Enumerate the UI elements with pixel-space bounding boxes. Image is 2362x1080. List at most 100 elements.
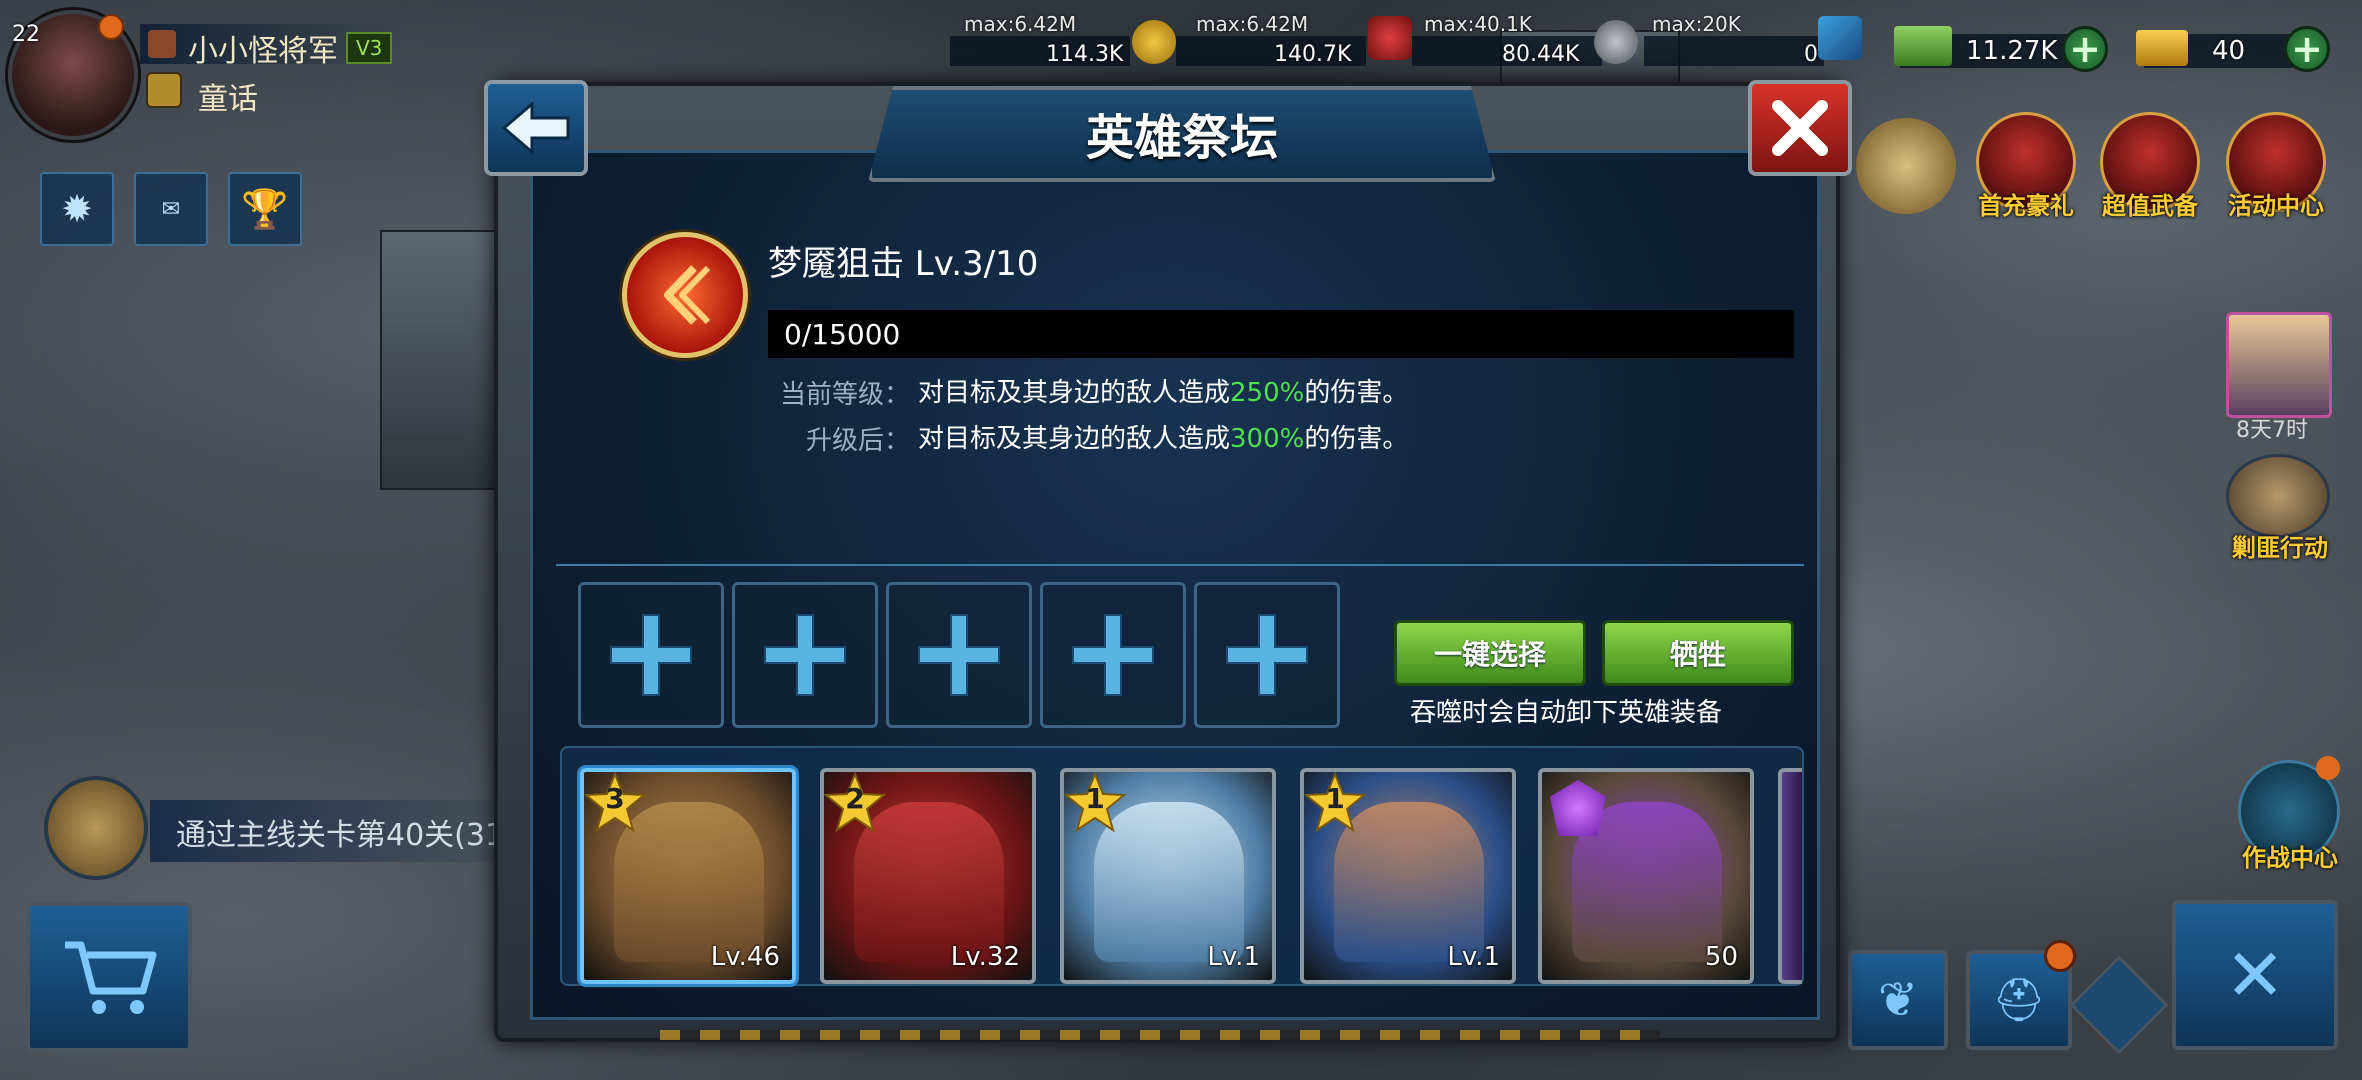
hero-star-count: 3 — [605, 782, 625, 815]
hero-portrait-event[interactable] — [2226, 312, 2332, 418]
alliance-emblem-icon: ❦ — [1877, 972, 1919, 1028]
exp-progress-bar — [768, 310, 1794, 358]
plus-icon — [1226, 614, 1308, 696]
add-gold-button[interactable]: + — [2284, 26, 2330, 72]
exp-text: 0/15000 — [784, 318, 901, 351]
resource-value: 114.3K — [1046, 42, 1124, 67]
clock-reward-icon[interactable] — [1856, 118, 1956, 214]
player-name: 小小怪将军 — [188, 34, 338, 69]
chevron-left-icon — [664, 265, 711, 325]
shopping-cart-icon — [65, 941, 157, 1014]
resource-value: 0 — [1804, 42, 1818, 67]
crystal-cube-icon — [1818, 16, 1862, 60]
bandit-op-icon[interactable] — [2226, 454, 2330, 538]
rank-icon — [148, 30, 176, 58]
sacrifice-slot[interactable] — [886, 582, 1032, 728]
section-divider — [556, 564, 1804, 566]
desc-value: 300% — [1230, 424, 1305, 454]
notification-dot — [2044, 940, 2076, 972]
gold-coin-icon — [1132, 20, 1176, 64]
guild-icon — [146, 72, 182, 108]
sacrifice-slot[interactable] — [1040, 582, 1186, 728]
hero-star-count: 2 — [845, 782, 865, 815]
hero-level: Lv.1 — [1207, 942, 1260, 972]
guild-name: 童话 — [198, 82, 258, 117]
resource-value: 80.44K — [1502, 42, 1580, 67]
notification-dot — [2316, 756, 2340, 780]
close-icon — [1772, 100, 1828, 156]
notification-dot — [98, 14, 124, 40]
skill-icon — [622, 232, 748, 358]
shop-button[interactable] — [26, 902, 192, 1052]
sacrifice-slot[interactable] — [732, 582, 878, 728]
desc-value: 250% — [1230, 378, 1305, 408]
back-button[interactable] — [484, 80, 588, 176]
gold-bar-icon — [2136, 30, 2188, 66]
arrow-left-icon — [501, 100, 570, 156]
plus-icon: + — [2069, 27, 2101, 71]
officer-cap-icon: ⛑ — [1992, 975, 2046, 1024]
skill-name: 梦魇狙击 Lv.3/10 — [768, 244, 1039, 284]
dialog-title: 英雄祭坛 — [1085, 110, 1278, 166]
battle-button[interactable]: ✕ — [2172, 900, 2338, 1050]
cash-icon — [1894, 26, 1952, 66]
next-level-label: 升级后： — [805, 426, 910, 456]
hero-card-partial[interactable] — [1778, 768, 1802, 984]
desc-suffix: 的伤害。 — [1304, 378, 1409, 408]
plus-icon — [610, 614, 692, 696]
sacrifice-slot[interactable] — [1194, 582, 1340, 728]
hero-card[interactable]: 3 Lv.46 — [580, 768, 796, 984]
sacrifice-slot[interactable] — [578, 582, 724, 728]
hero-level: Lv.1 — [1447, 942, 1500, 972]
trophy-icon: 🏆 — [241, 186, 289, 231]
battle-center-label: 作战中心 — [2242, 844, 2338, 872]
hero-card[interactable]: 50 — [1538, 768, 1754, 984]
plus-icon: + — [2291, 27, 2323, 71]
resource-value: 140.7K — [1274, 42, 1352, 67]
crossed-rifles-icon: ✕ — [2224, 933, 2286, 1017]
settings-button[interactable]: ✹ — [40, 172, 114, 246]
base-building — [380, 230, 500, 490]
plus-icon — [918, 614, 1000, 696]
cash-amount: 11.27K — [1966, 36, 2058, 66]
bandit-op-label: 剿匪行动 — [2232, 534, 2328, 562]
hero-star-count: 1 — [1325, 782, 1345, 815]
event-center-label: 活动中心 — [2228, 192, 2324, 220]
resource-max: max:6.42M — [964, 12, 1077, 36]
plus-icon — [764, 614, 846, 696]
hero-star-count: 1 — [1085, 782, 1105, 815]
next-level-desc: 对目标及其身边的敌人造成300%的伤害。 — [918, 418, 1408, 455]
vip-badge[interactable]: V3 — [346, 32, 393, 64]
purple-gem-icon — [1550, 780, 1606, 836]
dialog-bottom-edge — [660, 1030, 1660, 1040]
collapse-arrow-icon[interactable] — [2069, 955, 2169, 1055]
ranking-button[interactable]: 🏆 — [228, 172, 302, 246]
first-recharge-label: 首充豪礼 — [1978, 192, 2074, 220]
desc-suffix: 的伤害。 — [1304, 424, 1409, 454]
resource-max: max:40.1K — [1424, 12, 1532, 36]
close-button[interactable] — [1748, 80, 1852, 176]
hero-level: Lv.46 — [710, 942, 780, 972]
resource-max: max:6.42M — [1196, 12, 1309, 36]
hero-card[interactable]: 1 Lv.1 — [1300, 768, 1516, 984]
mail-button[interactable]: ✉ — [134, 172, 208, 246]
resource-bar-rare — [1644, 36, 1824, 66]
alliance-button[interactable]: ❦ — [1848, 950, 1948, 1050]
steel-icon — [1594, 20, 1638, 64]
desc-prefix: 对目标及其身边的敌人造成 — [918, 424, 1231, 454]
resource-max: max:20K — [1652, 12, 1741, 36]
hero-card[interactable]: 2 Lv.32 — [820, 768, 1036, 984]
hero-level: Lv.32 — [950, 942, 1020, 972]
event-timer: 8天7时 — [2236, 418, 2308, 443]
oil-barrel-icon — [1368, 16, 1412, 60]
sacrifice-button[interactable]: 牺牲 — [1602, 620, 1794, 686]
desc-prefix: 对目标及其身边的敌人造成 — [918, 378, 1231, 408]
hero-card[interactable]: 1 Lv.1 — [1060, 768, 1276, 984]
current-level-desc: 对目标及其身边的敌人造成250%的伤害。 — [918, 372, 1408, 409]
add-cash-button[interactable]: + — [2062, 26, 2108, 72]
current-level-label: 当前等级： — [780, 380, 911, 410]
auto-select-button[interactable]: 一键选择 — [1394, 620, 1586, 686]
player-level: 22 — [12, 22, 40, 47]
value-arms-label: 超值武备 — [2102, 192, 2198, 220]
quest-scroll-icon[interactable] — [44, 776, 148, 880]
